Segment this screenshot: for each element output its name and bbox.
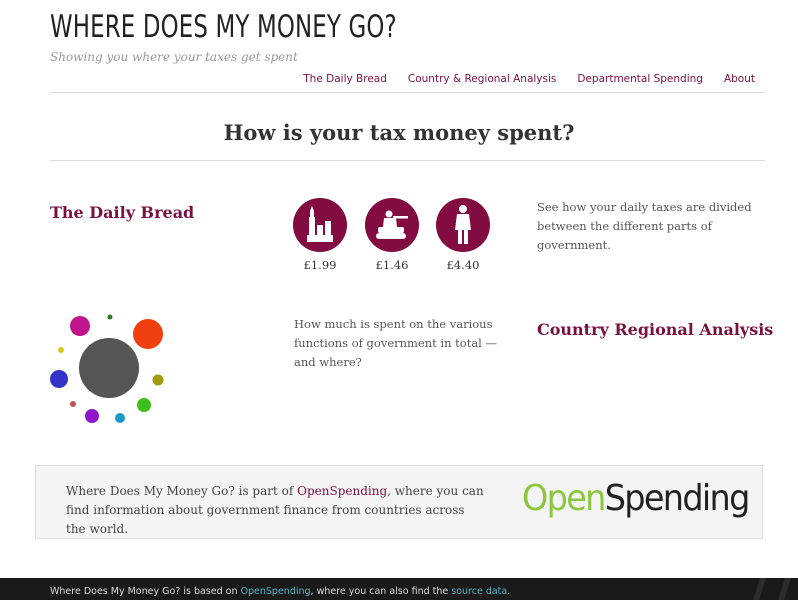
daily-bread-description: See how your daily taxes are divided bet… [537,200,752,252]
site-title[interactable]: WHERE DOES MY MONEY GO? [50,9,397,45]
country-regional-description: How much is spent on the various functio… [294,317,498,369]
person-icon [436,198,490,252]
daily-item-defence[interactable]: £1.46 [365,198,419,272]
daily-item-government[interactable]: £1.99 [293,198,347,272]
openspending-logo[interactable]: OpenSpending [522,478,751,519]
daily-amount: £1.99 [303,258,337,272]
daily-amount: £4.40 [446,258,480,272]
main-nav: The Daily Bread Country & Regional Analy… [303,73,755,85]
openspending-banner: Where Does My Money Go? is part of OpenS… [35,465,763,539]
footer-decoration-icon [753,578,791,600]
footer-source-data-link[interactable]: source data [451,586,507,597]
nav-country-regional-analysis[interactable]: Country & Regional Analysis [408,73,556,85]
heading-divider [50,160,765,161]
openspending-link[interactable]: OpenSpending [297,484,387,498]
page-heading: How is your tax money spent? [223,120,575,145]
soldier-tank-icon [365,198,419,252]
logo-open: Open [522,478,606,519]
footer-text: Where Does My Money Go? is based on Open… [50,586,511,597]
logo-spending: Spending [604,478,751,519]
daily-item-people[interactable]: £4.40 [436,198,490,272]
footer: Where Does My Money Go? is based on Open… [0,578,798,600]
bubble-chart-icon [50,314,164,423]
nav-about[interactable]: About [724,73,755,85]
daily-bread-title[interactable]: The Daily Bread [50,203,194,222]
daily-amount: £1.46 [375,258,409,272]
tagline: Showing you where your taxes get spent [50,50,298,64]
government-building-icon [293,198,347,252]
nav-departmental-spending[interactable]: Departmental Spending [577,73,703,85]
banner-text: Where Does My Money Go? is part of OpenS… [66,484,484,536]
footer-openspending-link[interactable]: OpenSpending [241,586,311,597]
header-divider [50,92,765,93]
nav-daily-bread[interactable]: The Daily Bread [303,73,387,85]
country-regional-title[interactable]: Country Regional Analysis [537,320,773,339]
bubble-chart-graphic[interactable] [40,310,180,430]
